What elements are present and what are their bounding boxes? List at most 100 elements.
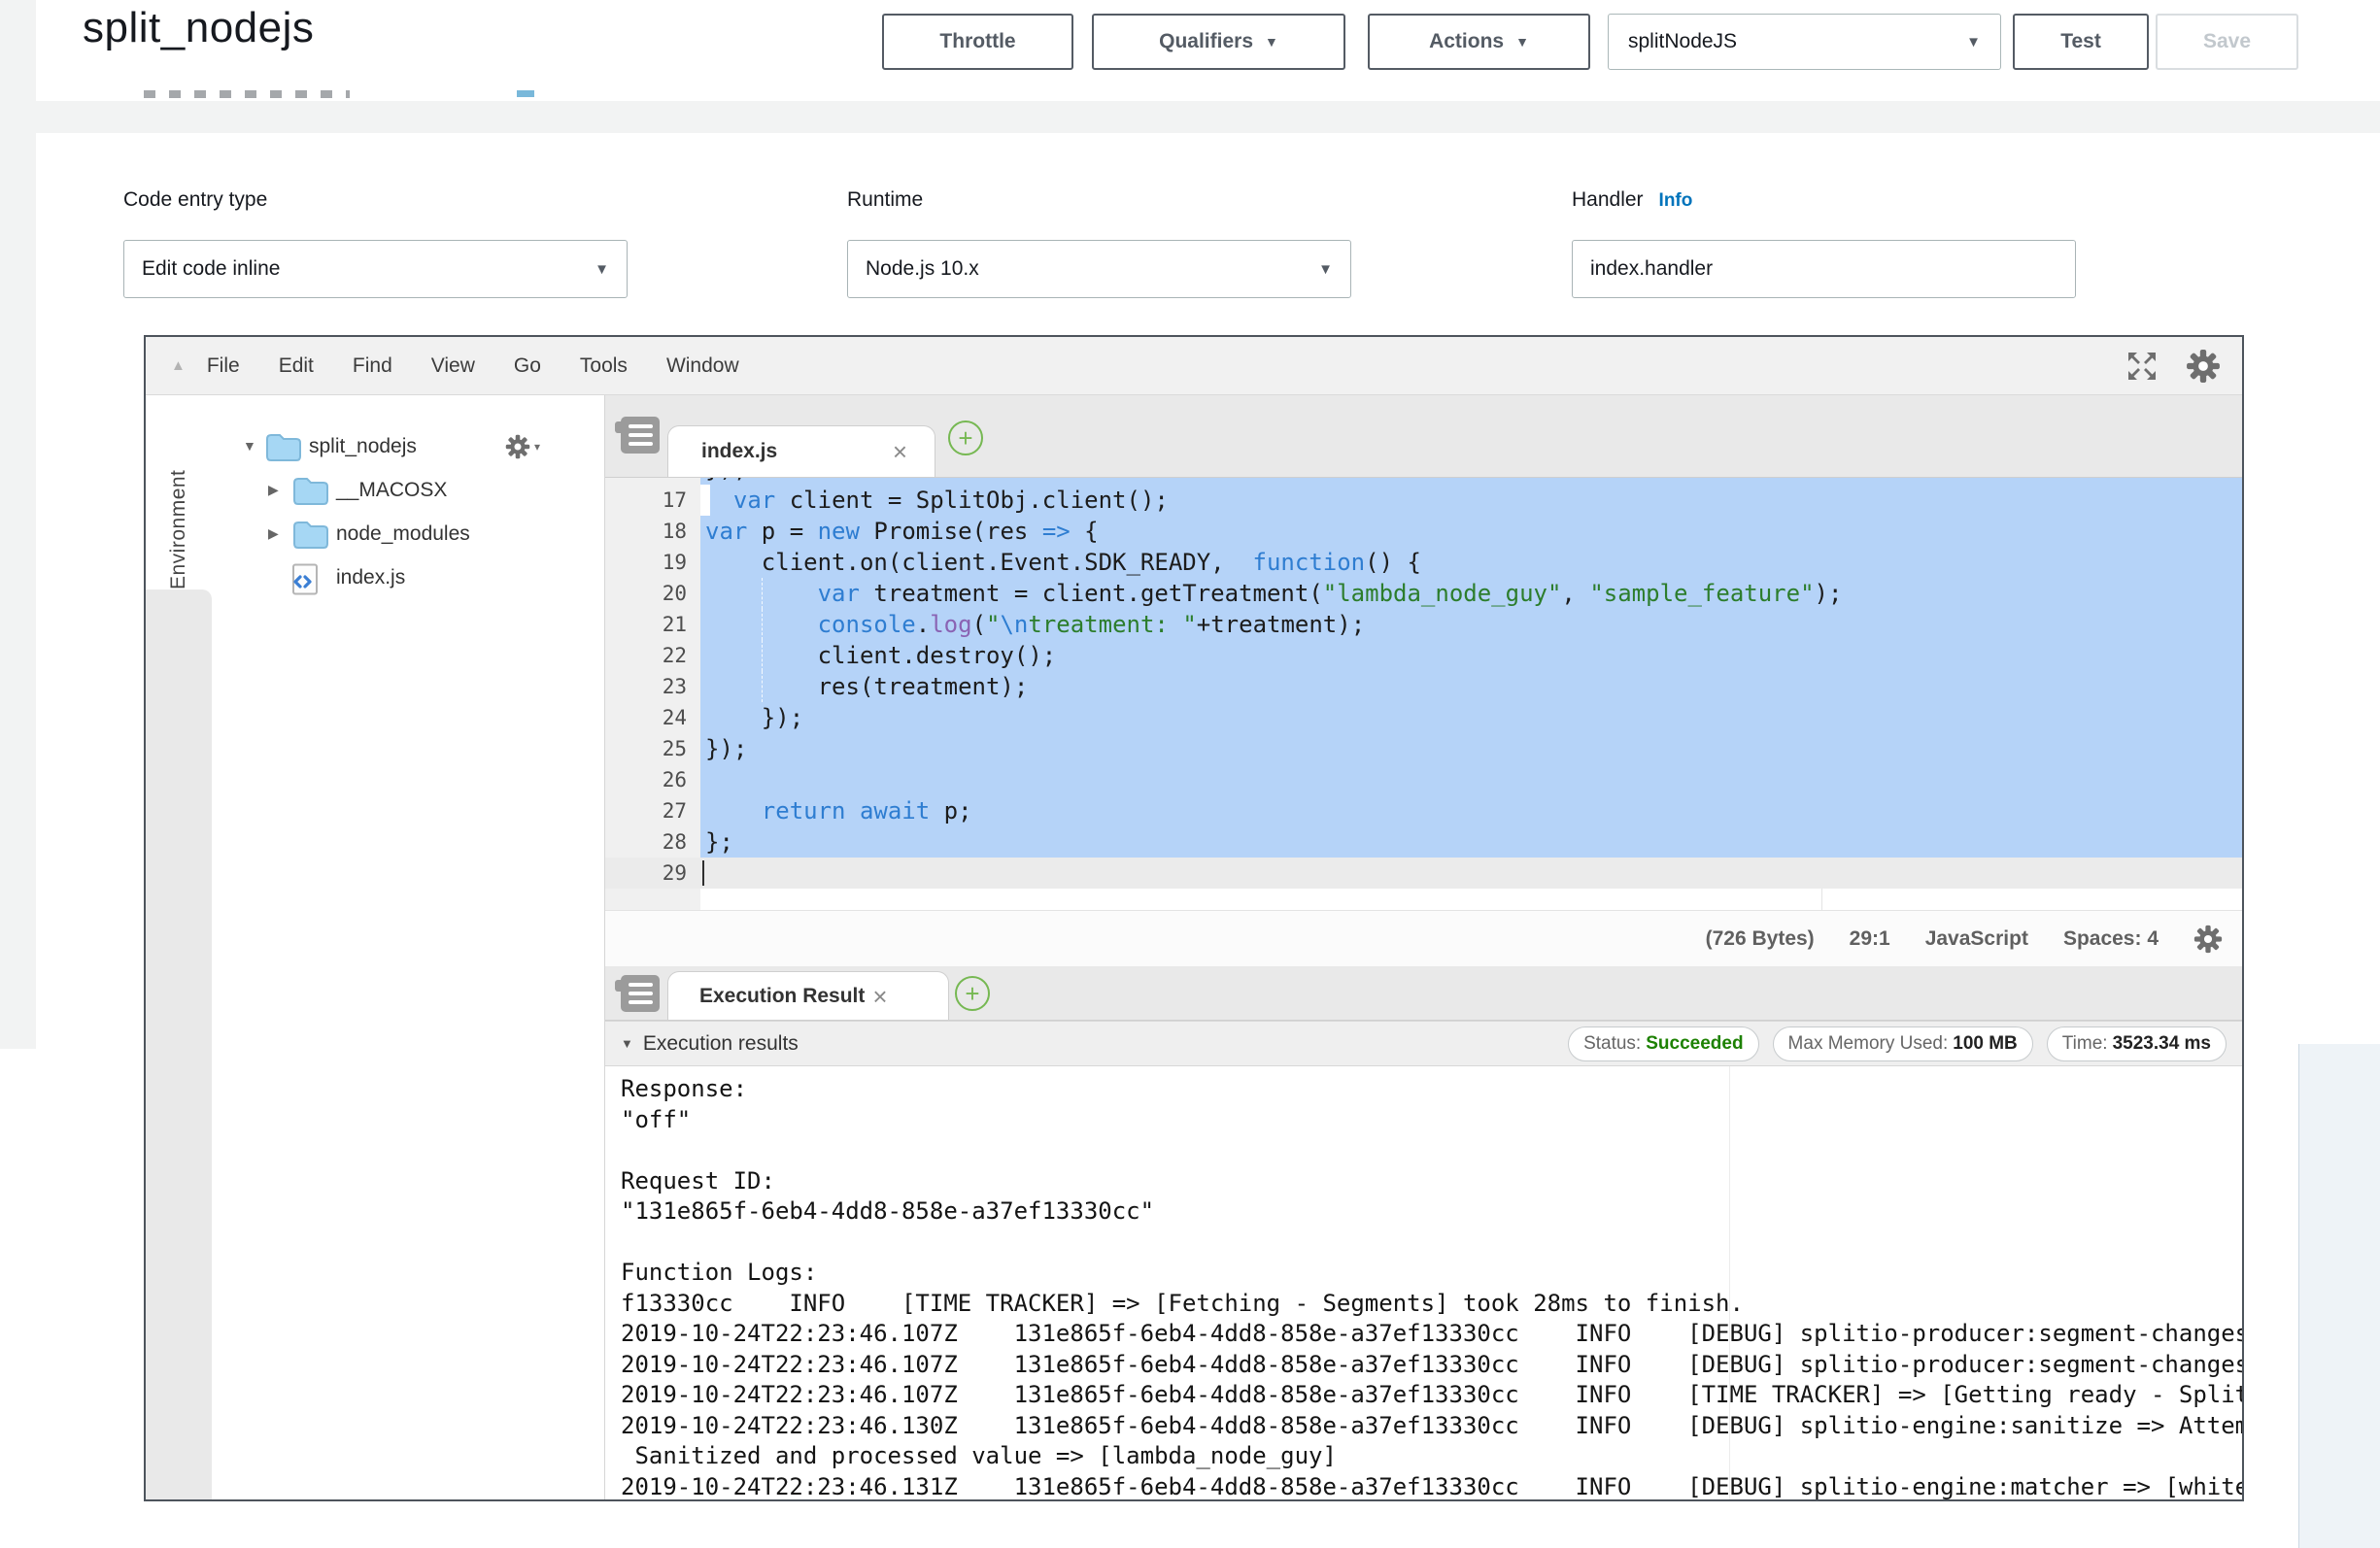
handler-info-link[interactable]: Info [1659,190,1693,211]
gear-icon [2186,349,2221,384]
collapse-panel-icon[interactable]: ▲ [171,357,186,374]
close-icon[interactable]: × [893,439,907,464]
tree-item-index.js[interactable]: index.js [212,557,604,601]
line-number: 24 [605,702,700,733]
editor-settings-gear-icon[interactable] [2193,925,2223,954]
settings-gear-icon[interactable] [2186,349,2221,384]
fullscreen-icon[interactable] [2125,350,2159,383]
expand-icon[interactable]: ▶ [268,482,279,498]
console-tabbar: Execution Result × + [605,966,2242,1021]
tree-item-__MACOSX[interactable]: ▶ __MACOSX [212,470,604,514]
chevron-down-icon: ▼ [1515,34,1529,50]
editor-tabbar: index.js × + [605,395,2242,478]
code-entry-type-select[interactable]: Edit code inline ▼ [123,240,628,298]
line-number: 22 [605,640,700,671]
page-title: split_nodejs [83,4,314,52]
code-line-24[interactable]: 24 }); [605,702,2242,733]
tab-index-js[interactable]: index.js × [667,425,935,477]
log-line-10: 2019-10-24T22:23:46.107Z 131e865f-6eb4-4… [621,1380,2242,1411]
runtime-select[interactable]: Node.js 10.x ▼ [847,240,1351,298]
code-line-22[interactable]: 22 client.destroy(); [605,640,2242,671]
handler-input[interactable] [1572,240,2076,298]
status-item-0[interactable]: (726 Bytes) [1706,927,1815,951]
log-line-11: 2019-10-24T22:23:46.130Z 131e865f-6eb4-4… [621,1411,2242,1442]
status-item-1[interactable]: 29:1 [1850,927,1890,951]
environment-tab-label: Environment [167,428,190,589]
menu-item-file[interactable]: File [207,354,240,378]
code-line-23[interactable]: 23 res(treatment); [605,671,2242,702]
menu-item-find[interactable]: Find [353,354,392,378]
collapse-results-icon[interactable]: ▼ [621,1036,633,1051]
code-text: console.log("\ntreatment: "+treatment); [700,609,2242,640]
collapse-icon[interactable]: ▼ [243,438,256,454]
chevron-down-icon: ▼ [1265,34,1278,50]
status-item-3[interactable]: Spaces: 4 [2063,927,2159,951]
qualifiers-button[interactable]: Qualifiers ▼ [1092,14,1345,70]
menu-item-window[interactable]: Window [666,354,739,378]
code-line-27[interactable]: 27 return await p; [605,795,2242,826]
menu-item-go[interactable]: Go [514,354,541,378]
lambda-console-page: split_nodejs Throttle Qualifiers ▼ Actio… [0,0,2380,1548]
tree-item-label: __MACOSX [336,479,447,502]
tree-settings-gear-icon[interactable]: ▾ [505,434,540,459]
log-line-12: Sanitized and processed value => [lambda… [621,1441,2242,1472]
status-item-2[interactable]: JavaScript [1925,927,2028,951]
chevron-down-icon: ▼ [1318,261,1333,278]
code-line-29[interactable]: 29 [605,858,2242,889]
test-button[interactable]: Test [2013,14,2149,70]
execution-results-header: ▼ Execution results Status:SucceededMax … [605,1021,2242,1066]
code-line-18[interactable]: 18var p = new Promise(res => { [605,516,2242,547]
line-number: 23 [605,671,700,702]
environment-tab[interactable]: Environment [146,395,212,589]
tree-item-node_modules[interactable]: ▶ node_modules [212,514,604,557]
code-line-sliver[interactable]: }); [605,478,2242,485]
code-rows: });17 var client = SplitObj.client();18v… [605,478,2242,889]
code-line-26[interactable]: 26 [605,764,2242,795]
text-cursor [702,860,704,886]
chevron-down-icon: ▾ [534,440,540,454]
execution-log[interactable]: Response:"off" Request ID:"131e865f-6eb4… [605,1066,2242,1499]
code-line-19[interactable]: 19 client.on(client.Event.SDK_READY, fun… [605,547,2242,578]
badge-value: Succeeded [1646,1033,1743,1055]
log-line-7: f13330cc INFO [TIME TRACKER] => [Fetchin… [621,1289,2242,1320]
menu-item-edit[interactable]: Edit [279,354,314,378]
badge-value: 3523.34 ms [2113,1033,2211,1055]
folder-icon [264,432,301,461]
code-line-25[interactable]: 25}); [605,733,2242,764]
runtime-label: Runtime [847,188,923,212]
log-line-4: "131e865f-6eb4-4dd8-858e-a37ef13330cc" [621,1196,2242,1228]
new-tab-button[interactable]: + [948,421,983,455]
page-scrollbar[interactable] [2298,1044,2380,1548]
code-line-28[interactable]: 28}; [605,826,2242,858]
menu-item-view[interactable]: View [431,354,475,378]
code-line-20[interactable]: 20 var treatment = client.getTreatment("… [605,578,2242,609]
tab-list-icon[interactable] [621,417,660,454]
code-line-17[interactable]: 17 var client = SplitObj.client(); [605,485,2242,516]
menu-item-tools[interactable]: Tools [580,354,628,378]
log-line-0: Response: [621,1074,2242,1105]
gear-icon [505,434,530,459]
tree-item-label: node_modules [336,522,470,546]
throttle-button[interactable]: Throttle [882,14,1073,70]
alias-select[interactable]: splitNodeJS ▼ [1608,14,2001,70]
code-text [700,764,2242,795]
tab-execution-result[interactable]: Execution Result × [667,971,949,1020]
tree-item-label: split_nodejs [309,435,417,458]
line-number: 25 [605,733,700,764]
log-line-1: "off" [621,1105,2242,1136]
code-line-21[interactable]: 21 console.log("\ntreatment: "+treatment… [605,609,2242,640]
line-number: 26 [605,764,700,795]
expand-icon[interactable]: ▶ [268,525,279,542]
tree-item-split_nodejs[interactable]: ▼ split_nodejs ▾ [212,426,604,470]
log-line-2 [621,1135,2242,1166]
new-console-tab-button[interactable]: + [955,976,990,1011]
section-gap [36,101,2380,133]
console-tab-list-icon[interactable] [621,975,660,1012]
indent-guide [762,671,763,702]
code-editor[interactable]: });17 var client = SplitObj.client();18v… [605,478,2242,910]
close-icon[interactable]: × [872,984,887,1009]
line-number: 21 [605,609,700,640]
actions-button[interactable]: Actions ▼ [1368,14,1590,70]
code-text: res(treatment); [700,671,2242,702]
status-badge-2: Time:3523.34 ms [2047,1026,2227,1061]
